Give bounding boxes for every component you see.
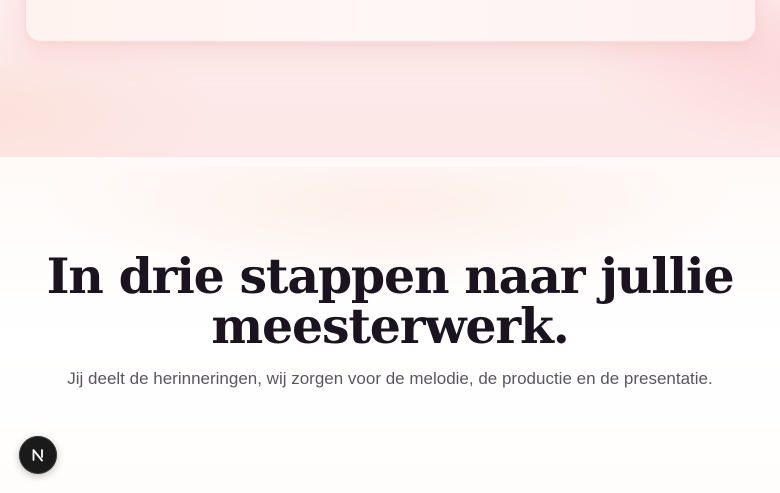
hero-card — [25, 0, 756, 42]
n-logo-icon — [32, 449, 43, 462]
hero-section-bottom — [0, 0, 780, 156]
steps-subtitle: Jij deelt de herinneringen, wij zorgen v… — [67, 369, 713, 388]
steps-heading: In drie stappen naar jullie meesterwerk. — [0, 251, 780, 351]
nextjs-dev-badge[interactable] — [19, 436, 57, 474]
steps-section: In drie stappen naar jullie meesterwerk.… — [0, 156, 780, 493]
steps-heading-line-2: meesterwerk. — [211, 297, 569, 355]
